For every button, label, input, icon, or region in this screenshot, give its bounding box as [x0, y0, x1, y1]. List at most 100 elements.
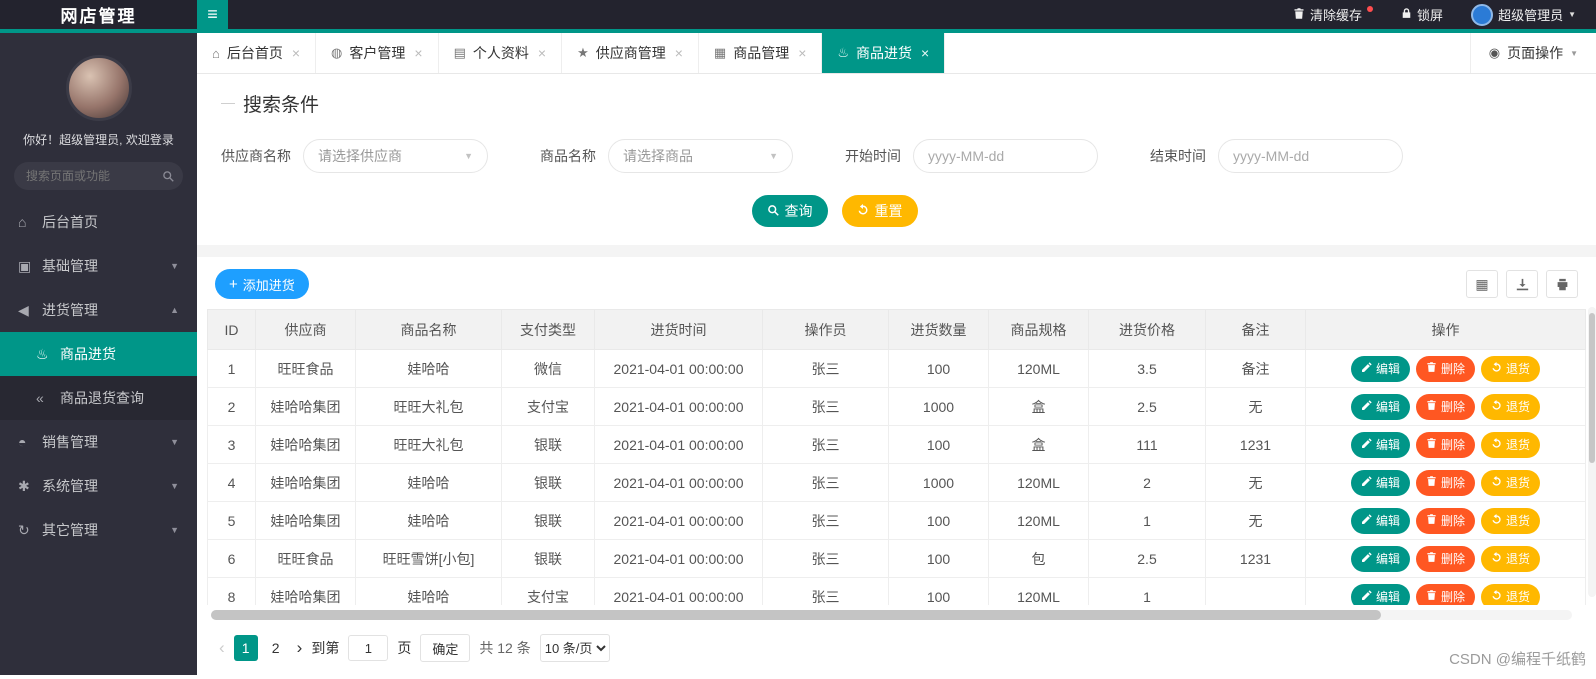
- print-icon[interactable]: [1546, 270, 1578, 298]
- next-page-button[interactable]: ›: [297, 638, 303, 658]
- sidebar: 你好！超级管理员, 欢迎登录 ⌂ 后台首页 ▣ 基础管理 ▼ ◀ 进货管理 ▲ ♨ 商品进货 « 商品…: [0, 33, 197, 675]
- lock-screen-button[interactable]: 锁屏: [1401, 5, 1443, 24]
- query-button[interactable]: 查询: [751, 195, 828, 227]
- topbar: 网店管理 ≡ 清除缓存 锁屏 超级管理员 ▼: [0, 0, 1596, 33]
- start-date-input[interactable]: [913, 139, 1098, 173]
- app-title: 网店管理: [60, 7, 137, 26]
- export-icon[interactable]: [1506, 270, 1538, 298]
- page-actions-button[interactable]: ◉ 页面操作 ▼: [1469, 33, 1596, 73]
- pencil-icon: [1361, 513, 1372, 528]
- refund-button[interactable]: 退货: [1481, 393, 1541, 420]
- delete-button[interactable]: 删除: [1415, 545, 1475, 572]
- table-cell: 3: [207, 425, 256, 464]
- edit-button[interactable]: 编辑: [1350, 507, 1410, 534]
- end-time-label: 结束时间: [1150, 148, 1206, 164]
- refund-button[interactable]: 退货: [1481, 507, 1541, 534]
- column-toggle-icon[interactable]: ▦: [1466, 270, 1498, 298]
- home-icon: ⌂: [18, 214, 27, 230]
- edit-button[interactable]: 编辑: [1350, 469, 1410, 496]
- edit-button[interactable]: 编辑: [1350, 583, 1410, 605]
- table-cell: 100: [888, 577, 989, 605]
- refund-button[interactable]: 退货: [1481, 545, 1541, 572]
- clear-cache-button[interactable]: 清除缓存: [1293, 5, 1374, 24]
- sidebar-item[interactable]: ◓ 销售管理 ▼: [0, 420, 197, 464]
- close-icon[interactable]: ×: [798, 45, 806, 61]
- page-number-button[interactable]: 2: [264, 635, 288, 661]
- table-row: 3 娃哈哈集团 旺旺大礼包 银联 2021-04-01 00:00:00 张三 100 盒 11…: [207, 425, 1586, 464]
- table-cell: 娃哈哈: [355, 463, 502, 502]
- table-cell: 120ML: [988, 463, 1089, 502]
- per-page-select[interactable]: 10 条/页: [539, 634, 610, 662]
- table-cell: 无: [1205, 501, 1306, 540]
- reset-button[interactable]: 重置: [841, 195, 918, 227]
- tab-item[interactable]: ▤ 个人资料 ×: [439, 33, 563, 73]
- trash-icon: [1426, 361, 1437, 376]
- sidebar-item-label: 系统管理: [42, 478, 98, 494]
- delete-button[interactable]: 删除: [1415, 431, 1475, 458]
- horizontal-scrollbar[interactable]: [211, 610, 1572, 620]
- trash-icon: [1426, 399, 1437, 414]
- table-body: 1 旺旺食品 娃哈哈 微信 2021-04-01 00:00:00 张三 100 120ML 3…: [207, 349, 1586, 605]
- sidebar-item[interactable]: ♨ 商品进货: [0, 332, 197, 376]
- table-cell: 旺旺食品: [255, 349, 356, 388]
- edit-button[interactable]: 编辑: [1350, 431, 1410, 458]
- product-select[interactable]: 请选择商品 ▼: [608, 139, 793, 173]
- close-icon[interactable]: ×: [538, 45, 546, 61]
- delete-button[interactable]: 删除: [1415, 355, 1475, 382]
- edit-button[interactable]: 编辑: [1350, 355, 1410, 382]
- close-icon[interactable]: ×: [414, 45, 422, 61]
- table-cell: 娃哈哈集团: [255, 501, 356, 540]
- confirm-button[interactable]: 确定: [420, 634, 471, 662]
- user-avatar[interactable]: [65, 55, 132, 121]
- pencil-icon: [1361, 399, 1372, 414]
- total-count: 共 12 条: [479, 640, 531, 656]
- close-icon[interactable]: ×: [675, 45, 683, 61]
- menu-toggle-button[interactable]: ≡: [197, 0, 228, 29]
- sidebar-item[interactable]: ◀ 进货管理 ▲: [0, 288, 197, 332]
- admin-menu[interactable]: 超级管理员 ▼: [1471, 3, 1576, 26]
- prev-page-button[interactable]: ‹: [219, 638, 225, 658]
- start-time-label: 开始时间: [845, 148, 901, 164]
- pencil-icon: [1361, 475, 1372, 490]
- tabs-wrap: ⌂ 后台首页 × ◍ 客户管理 × ▤ 个人资料 × ★ 供应商管理 × ▦ 商品管理 × ♨ 商品进货 ×: [197, 33, 946, 73]
- tab-label: 客户管理: [349, 45, 406, 61]
- column-header: 商品名称: [355, 309, 502, 350]
- tab-item[interactable]: ◍ 客户管理 ×: [316, 33, 439, 73]
- edit-button[interactable]: 编辑: [1350, 545, 1410, 572]
- edit-button[interactable]: 编辑: [1350, 393, 1410, 420]
- tab-item[interactable]: ★ 供应商管理 ×: [562, 33, 699, 73]
- refund-button[interactable]: 退货: [1481, 355, 1541, 382]
- sidebar-item[interactable]: « 商品退货查询: [0, 376, 197, 420]
- table-cell: 包: [988, 539, 1089, 578]
- sidebar-item[interactable]: ✱ 系统管理 ▼: [0, 464, 197, 508]
- page-number-button[interactable]: 1: [233, 635, 258, 661]
- table-row: 6 旺旺食品 旺旺雪饼[小包] 银联 2021-04-01 00:00:00 张三 100 包…: [207, 539, 1586, 578]
- sidebar-search-input[interactable]: [14, 162, 183, 190]
- tab-item[interactable]: ⌂ 后台首页 ×: [197, 33, 317, 73]
- refund-button[interactable]: 退货: [1481, 583, 1541, 605]
- close-icon[interactable]: ×: [921, 45, 929, 61]
- goto-page-input[interactable]: [348, 635, 389, 661]
- sidebar-item[interactable]: ▣ 基础管理 ▼: [0, 244, 197, 288]
- refund-button[interactable]: 退货: [1481, 469, 1541, 496]
- table-cell: 100: [888, 501, 989, 540]
- delete-button[interactable]: 删除: [1415, 583, 1475, 605]
- delete-button[interactable]: 删除: [1415, 393, 1475, 420]
- tab-item[interactable]: ♨ 商品进货 ×: [822, 33, 946, 73]
- trash-icon: [1293, 7, 1305, 23]
- refund-button[interactable]: 退货: [1481, 431, 1541, 458]
- supplier-select[interactable]: 请选择供应商 ▼: [303, 139, 488, 173]
- table-cell: 2021-04-01 00:00:00: [594, 387, 763, 426]
- delete-button[interactable]: 删除: [1415, 469, 1475, 496]
- return-icon: [1491, 361, 1502, 376]
- table-section: + 添加进货 ▦ ID 供应商 商品名称 支付类型 进货时间 操作员 进货数量 商品规格 进货价…: [197, 257, 1596, 675]
- add-purchase-button[interactable]: + 添加进货: [215, 269, 309, 299]
- tab-item[interactable]: ▦ 商品管理 ×: [699, 33, 823, 73]
- star-icon: ★: [577, 45, 589, 60]
- end-date-input[interactable]: [1218, 139, 1403, 173]
- close-icon[interactable]: ×: [292, 45, 300, 61]
- delete-button[interactable]: 删除: [1415, 507, 1475, 534]
- vertical-scrollbar[interactable]: [1588, 307, 1596, 597]
- table-cell: 100: [888, 349, 989, 388]
- sidebar-item[interactable]: ↻ 其它管理 ▼: [0, 508, 197, 552]
